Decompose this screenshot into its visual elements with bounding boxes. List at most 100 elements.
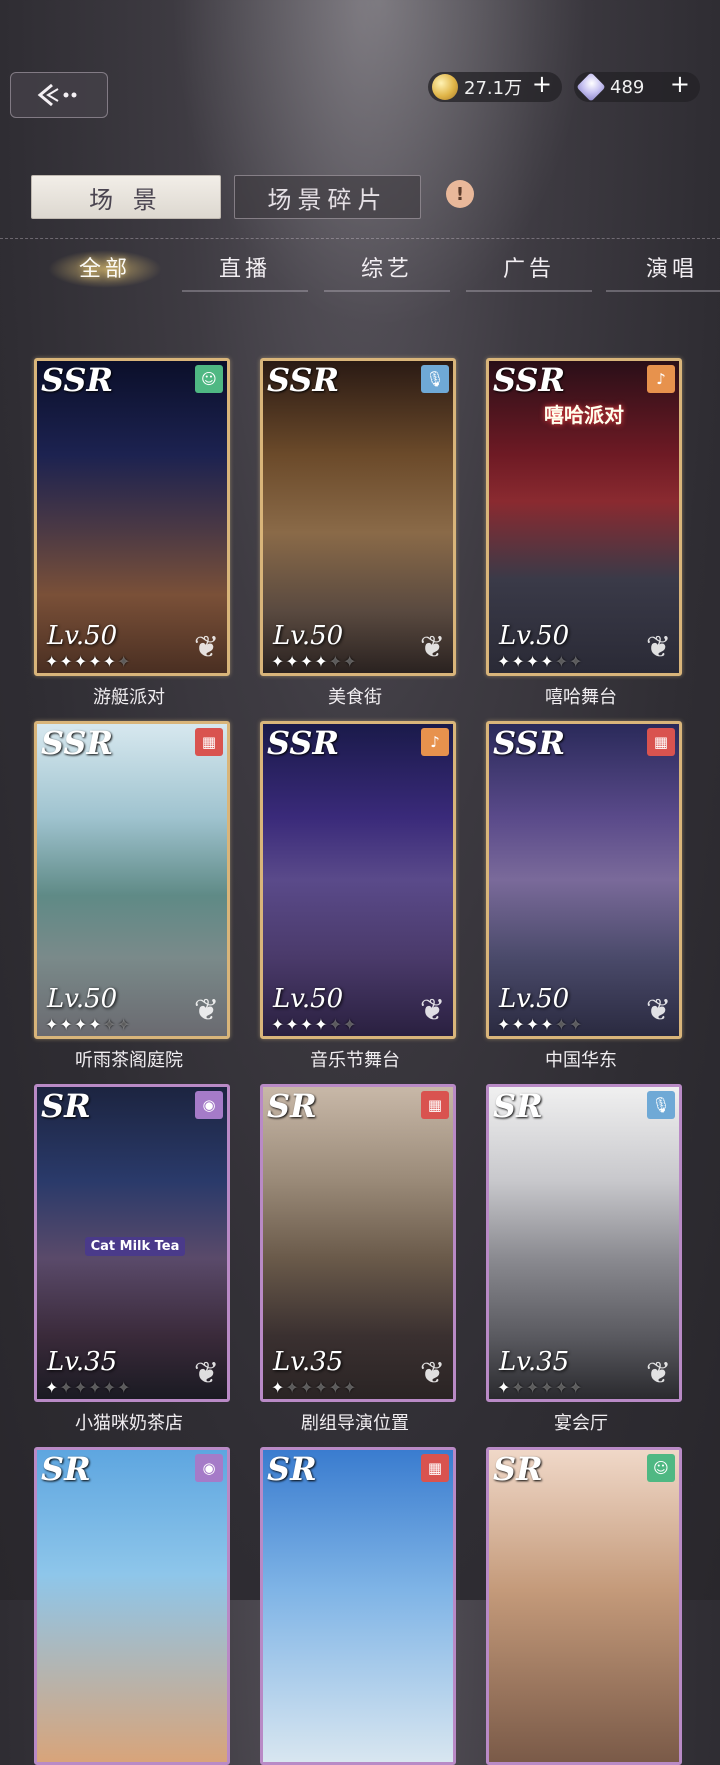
- star-rating: ✦✦✦✦✦✦: [497, 1015, 584, 1034]
- leaf-emblem-icon: ❦: [419, 993, 445, 1028]
- tab-scene-fragments[interactable]: 场景碎片: [234, 175, 421, 219]
- rarity-label: SR: [493, 1450, 543, 1488]
- leaf-emblem-icon: ❦: [419, 630, 445, 665]
- diamond-amount: 489: [610, 76, 645, 98]
- alert-icon[interactable]: !: [446, 180, 474, 208]
- filter-all-label: 全部: [78, 257, 131, 282]
- rarity-label: SSR: [41, 361, 114, 399]
- leaf-emblem-icon: ❦: [193, 993, 219, 1028]
- rarity-label: SR: [41, 1087, 91, 1125]
- back-arrow-icon: [37, 83, 77, 107]
- scene-card[interactable]: SR ◉ Lv.35 ✦✦✦✦✦✦ ❦ Cat Milk Tea: [34, 1084, 230, 1402]
- leaf-emblem-icon: ❦: [645, 630, 671, 665]
- filter-ads[interactable]: 广告: [466, 252, 592, 292]
- scene-artwork: [489, 1450, 679, 1762]
- level-label: Lv.35: [273, 1347, 344, 1377]
- add-diamond-button[interactable]: +: [670, 70, 690, 98]
- filter-all[interactable]: 全部: [42, 250, 168, 288]
- star-rating: ✦✦✦✦✦✦: [271, 652, 358, 671]
- level-label: Lv.50: [273, 984, 344, 1014]
- sing-icon: ♪: [421, 728, 449, 756]
- gold-coin-icon: [432, 74, 458, 100]
- filter-variety-label: 综艺: [360, 257, 413, 282]
- rarity-label: SSR: [41, 724, 114, 762]
- scene-name: 听雨茶阁庭院: [75, 1050, 183, 1071]
- back-button[interactable]: [10, 72, 108, 118]
- scene-card[interactable]: SR ☺: [486, 1447, 682, 1765]
- diamond-icon: [576, 72, 606, 102]
- star-rating: ✦✦✦✦✦✦: [45, 1015, 132, 1034]
- leaf-emblem-icon: ❦: [419, 1356, 445, 1391]
- clapper-icon: ▦: [647, 728, 675, 756]
- face-icon: ☺: [647, 1454, 675, 1482]
- scene-name: 音乐节舞台: [310, 1050, 400, 1071]
- scene-name: 宴会厅: [554, 1413, 608, 1434]
- filter-livestream[interactable]: 直播: [182, 252, 308, 292]
- clapper-icon: ▦: [195, 728, 223, 756]
- microphone-icon: 🎙: [421, 365, 449, 393]
- leaf-emblem-icon: ❦: [193, 630, 219, 665]
- rarity-label: SR: [41, 1450, 91, 1488]
- sing-icon: ♪: [647, 365, 675, 393]
- leaf-emblem-icon: ❦: [645, 993, 671, 1028]
- level-label: Lv.50: [499, 984, 570, 1014]
- scene-card[interactable]: SSR 🎙 Lv.50 ✦✦✦✦✦✦ ❦: [260, 358, 456, 676]
- star-rating: ✦✦✦✦✦✦: [45, 1378, 132, 1397]
- star-rating: ✦✦✦✦✦✦: [45, 652, 132, 671]
- filter-underline: [182, 290, 308, 292]
- filter-underline: [466, 290, 592, 292]
- scene-card[interactable]: SSR ☺ Lv.50 ✦✦✦✦✦✦ ❦: [34, 358, 230, 676]
- scene-name: 剧组导演位置: [301, 1413, 409, 1434]
- scene-name: 美食街: [328, 687, 382, 708]
- lens-icon: ◉: [195, 1454, 223, 1482]
- rarity-label: SR: [267, 1450, 317, 1488]
- scene-card[interactable]: SR ▦: [260, 1447, 456, 1765]
- tab-scene[interactable]: 场 景: [31, 175, 221, 219]
- hiphop-stage-sign: 嘻哈派对: [544, 403, 624, 427]
- level-label: Lv.50: [47, 621, 118, 651]
- filter-underline: [324, 290, 450, 292]
- milk-tea-shop-sign: Cat Milk Tea: [85, 1237, 185, 1256]
- rarity-label: SR: [267, 1087, 317, 1125]
- scene-name: 中国华东: [545, 1050, 617, 1071]
- scene-card[interactable]: SSR ▦ Lv.50 ✦✦✦✦✦✦ ❦: [486, 721, 682, 1039]
- scene-card[interactable]: SSR ♪ Lv.50 ✦✦✦✦✦✦ ❦ 嘻哈派对: [486, 358, 682, 676]
- star-rating: ✦✦✦✦✦✦: [497, 1378, 584, 1397]
- gold-currency: 27.1万 +: [428, 70, 562, 102]
- leaf-emblem-icon: ❦: [645, 1356, 671, 1391]
- level-label: Lv.35: [499, 1347, 570, 1377]
- divider: [0, 238, 720, 239]
- filter-underline: [606, 290, 720, 292]
- filter-ads-label: 广告: [502, 257, 555, 282]
- scene-card[interactable]: SR ◉: [34, 1447, 230, 1765]
- rarity-label: SSR: [493, 724, 566, 762]
- star-rating: ✦✦✦✦✦✦: [271, 1015, 358, 1034]
- scene-name: 小猫咪奶茶店: [75, 1413, 183, 1434]
- leaf-emblem-icon: ❦: [193, 1356, 219, 1391]
- lens-icon: ◉: [195, 1091, 223, 1119]
- rarity-label: SR: [493, 1087, 543, 1125]
- microphone-icon: 🎙: [647, 1091, 675, 1119]
- filter-concert-label: 演唱: [646, 257, 699, 282]
- add-gold-button[interactable]: +: [532, 70, 552, 98]
- face-icon: ☺: [195, 365, 223, 393]
- clapper-icon: ▦: [421, 1454, 449, 1482]
- scene-artwork: [37, 1450, 227, 1762]
- scene-card[interactable]: SSR ♪ Lv.50 ✦✦✦✦✦✦ ❦: [260, 721, 456, 1039]
- diamond-currency: 489 +: [574, 70, 700, 102]
- level-label: Lv.50: [47, 984, 118, 1014]
- scene-card[interactable]: SR 🎙 Lv.35 ✦✦✦✦✦✦ ❦: [486, 1084, 682, 1402]
- star-rating: ✦✦✦✦✦✦: [497, 652, 584, 671]
- filter-variety[interactable]: 综艺: [324, 252, 450, 292]
- gold-amount: 27.1万: [464, 78, 523, 99]
- scene-artwork: [263, 1450, 453, 1762]
- rarity-label: SSR: [267, 724, 340, 762]
- clapper-icon: ▦: [421, 1091, 449, 1119]
- scene-name: 嘻哈舞台: [545, 687, 617, 708]
- rarity-label: SSR: [493, 361, 566, 399]
- scene-card[interactable]: SR ▦ Lv.35 ✦✦✦✦✦✦ ❦: [260, 1084, 456, 1402]
- scene-card[interactable]: SSR ▦ Lv.50 ✦✦✦✦✦✦ ❦: [34, 721, 230, 1039]
- level-label: Lv.35: [47, 1347, 118, 1377]
- star-rating: ✦✦✦✦✦✦: [271, 1378, 358, 1397]
- filter-concert[interactable]: 演唱: [606, 252, 720, 292]
